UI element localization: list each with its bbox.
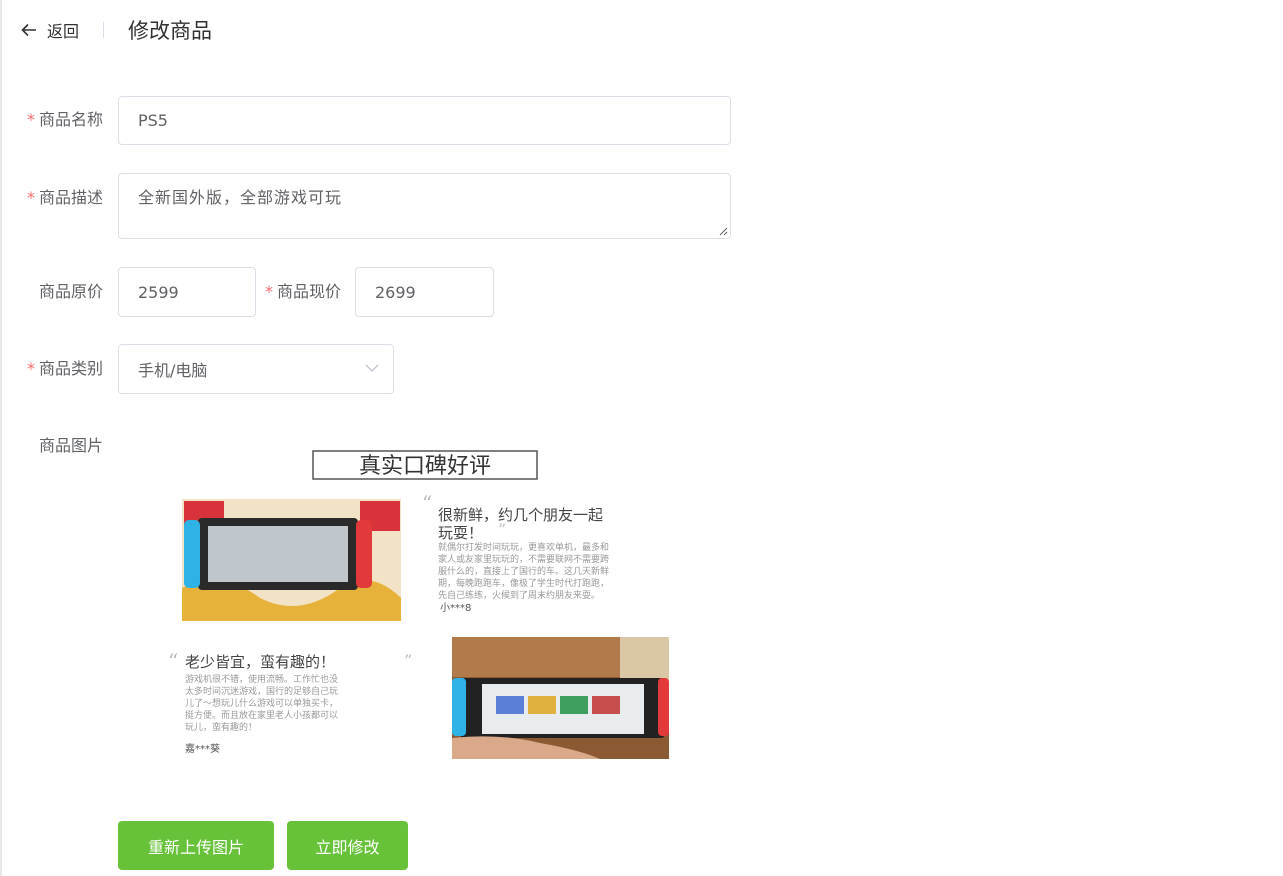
review-2-body-line-5: 玩儿，蛮有趣的！	[185, 721, 257, 733]
review-1-title-line-1: 很新鲜，约几个朋友一起	[438, 506, 603, 524]
review-2-body-line-2: 太多时间沉迷游戏，国行的足够自己玩	[185, 685, 338, 697]
product-image-graphic: 真实口碑好评 “ 很新鲜，约几个朋友一起 玩耍！ ” 就偶尔打发时间玩玩，更喜欢…	[168, 450, 669, 759]
resize-grip-icon[interactable]	[718, 226, 728, 236]
submit-edit-button[interactable]: 立即修改	[287, 821, 408, 870]
review-2-body: 游戏机很不错，使用流畅。工作忙也没 太多时间沉迷游戏，国行的足够自己玩 儿了～想…	[185, 673, 341, 733]
product-name-input[interactable]: PS5	[118, 96, 731, 145]
review-1-body-line-2: 家人或友家里玩玩的，不需要联网不需要跨	[438, 553, 609, 565]
review-2-body-line-4: 挺方便。而且放在家里老人小孩都可以	[185, 709, 338, 721]
category-selected-value: 手机/电脑	[138, 361, 208, 380]
image-label: 商品图片	[38, 436, 103, 455]
current-price-value: 2699	[375, 282, 416, 302]
review-1-title: 很新鲜，约几个朋友一起 玩耍！	[438, 506, 608, 542]
review-1-body-line-5: 先自己练练，火候到了周末约朋友来耍。	[438, 589, 600, 601]
review-1-author: 小***8	[440, 602, 471, 614]
review-1-body-line-1: 就偶尔打发时间玩玩，更喜欢单机，最多和	[438, 541, 609, 553]
required-star: *	[264, 282, 273, 301]
original-price-value: 2599	[138, 282, 179, 302]
arrow-left-icon	[21, 23, 36, 37]
required-star: *	[26, 188, 35, 207]
category-select[interactable]: 手机/电脑	[118, 344, 394, 394]
page-header: 返回 修改商品	[20, 14, 212, 46]
original-price-label: 商品原价	[38, 282, 103, 301]
back-button[interactable]: 返回	[20, 18, 79, 42]
page-title: 修改商品	[128, 19, 213, 43]
review-2-author: 嘉***葵	[185, 742, 220, 755]
review-photo-1	[182, 499, 401, 621]
required-star: *	[26, 110, 35, 129]
name-label: * 商品名称	[26, 110, 103, 129]
current-price-label: * 商品现价	[264, 282, 341, 301]
review-2-body-line-3: 儿了～想玩儿什么游戏可以单独买卡，	[185, 697, 338, 709]
original-price-input[interactable]: 2599	[118, 267, 256, 317]
product-name-value: PS5	[138, 111, 168, 130]
svg-text:”: ”	[498, 520, 506, 539]
required-star: *	[26, 359, 35, 378]
svg-text:“: “	[168, 649, 178, 673]
submit-edit-label: 立即修改	[315, 837, 380, 857]
product-image: 真实口碑好评 “ 很新鲜，约几个朋友一起 玩耍！ ” 就偶尔打发时间玩玩，更喜欢…	[160, 438, 700, 768]
review-2-title: 老少皆宜，蛮有趣的！	[185, 653, 335, 671]
product-description-textarea[interactable]: 全新国外版，全部游戏可玩	[118, 173, 731, 239]
svg-text:“: “	[422, 491, 432, 515]
description-label: * 商品描述	[26, 188, 103, 207]
svg-text:”: ”	[404, 651, 412, 670]
product-description-value: 全新国外版，全部游戏可玩	[138, 188, 343, 207]
review-2-body-line-1: 游戏机很不错，使用流畅。工作忙也没	[185, 673, 338, 685]
category-label: * 商品类别	[26, 359, 103, 378]
review-photo-2	[452, 637, 669, 759]
current-price-input[interactable]: 2699	[355, 267, 494, 317]
review-1-title-line-2: 玩耍！	[438, 524, 483, 542]
review-1-body-line-4: 期，每晚跑跑车，像极了学生时代打跑跑，	[438, 577, 609, 589]
review-1-body: 就偶尔打发时间玩玩，更喜欢单机，最多和 家人或友家里玩玩的，不需要联网不需要跨 …	[438, 541, 612, 601]
reupload-image-label: 重新上传图片	[147, 837, 244, 857]
image-banner-text: 真实口碑好评	[359, 454, 491, 479]
chevron-down-icon	[365, 364, 379, 372]
review-1-body-line-3: 服什么的，直接上了国行的车。这几天新鲜	[438, 565, 609, 577]
back-label: 返回	[47, 22, 80, 41]
reupload-image-button[interactable]: 重新上传图片	[118, 821, 274, 870]
header-divider	[103, 22, 105, 38]
